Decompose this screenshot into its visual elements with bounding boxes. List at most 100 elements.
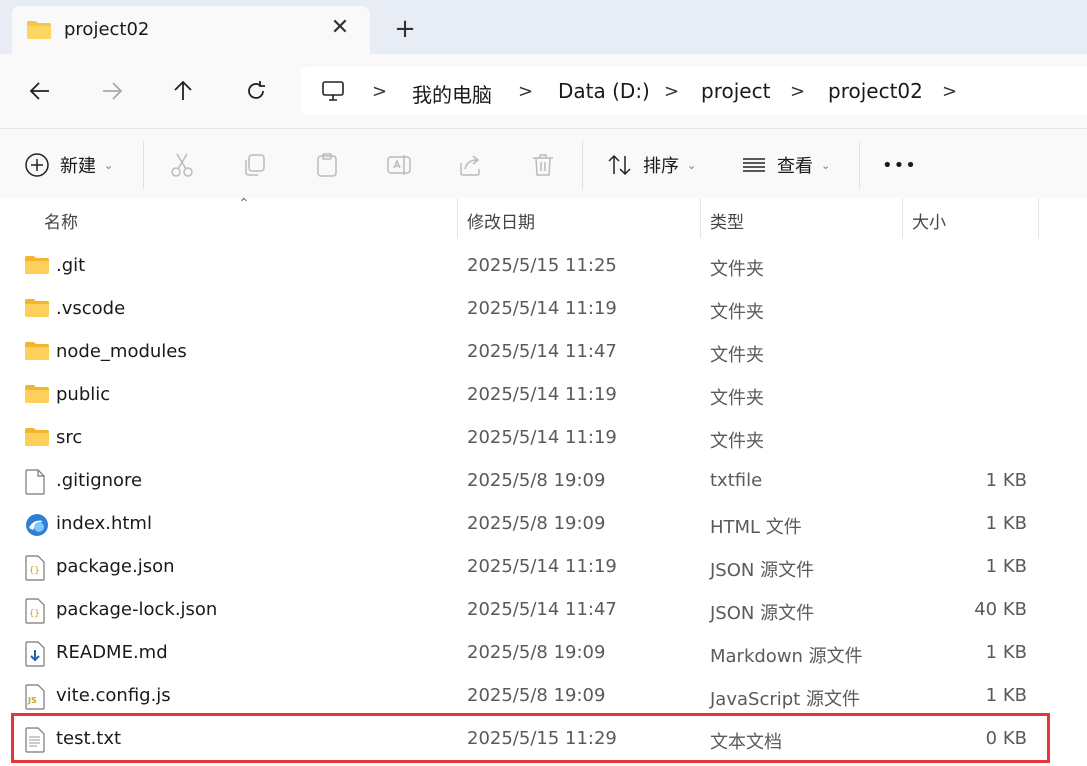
file-row[interactable]: {} package-lock.json 2025/5/14 11:47 JSON 源… xyxy=(0,589,1087,632)
blank-file-icon xyxy=(24,469,52,495)
json-file-icon: {} xyxy=(24,598,52,624)
file-modified: 2025/5/8 19:09 xyxy=(467,685,606,706)
column-name[interactable]: 名称 xyxy=(44,208,78,233)
sort-button[interactable]: 排序 ⌄ xyxy=(607,150,696,180)
file-row[interactable]: src 2025/5/14 11:19 文件夹 xyxy=(0,417,1087,460)
file-type: txtfile xyxy=(710,470,763,491)
close-icon[interactable]: ✕ xyxy=(328,16,352,40)
breadcrumb-separator[interactable]: > xyxy=(372,81,387,102)
column-divider[interactable] xyxy=(700,198,701,238)
svg-text:JS: JS xyxy=(27,696,37,705)
column-type[interactable]: 类型 xyxy=(710,208,744,233)
file-row[interactable]: test.txt 2025/5/15 11:29 文本文档 0 KB xyxy=(0,718,1087,761)
file-row[interactable]: README.md 2025/5/8 19:09 Markdown 源文件 1 KB xyxy=(0,632,1087,675)
file-size: 1 KB xyxy=(985,470,1027,491)
breadcrumb-my-computer[interactable]: 我的电脑 xyxy=(412,79,492,108)
file-row[interactable]: node_modules 2025/5/14 11:47 文件夹 xyxy=(0,331,1087,374)
file-type: 文件夹 xyxy=(710,302,764,323)
share-icon[interactable] xyxy=(457,151,485,179)
file-type: 文件夹 xyxy=(710,259,764,280)
file-name: .gitignore xyxy=(56,470,143,491)
svg-text:{}: {} xyxy=(29,609,40,619)
paste-icon[interactable] xyxy=(313,151,341,179)
address-bar[interactable]: > 我的电脑 > Data (D:) > project > project02… xyxy=(301,67,1087,115)
column-divider[interactable] xyxy=(902,198,903,238)
view-list-icon xyxy=(743,158,765,172)
file-name: README.md xyxy=(56,642,168,663)
file-type: 文本文档 xyxy=(710,732,782,753)
file-row[interactable]: index.html 2025/5/8 19:09 HTML 文件 1 KB xyxy=(0,503,1087,546)
delete-icon[interactable] xyxy=(529,151,557,179)
refresh-icon xyxy=(248,81,265,99)
file-modified: 2025/5/14 11:19 xyxy=(467,556,617,577)
folder-icon xyxy=(24,383,52,409)
folder-icon xyxy=(24,426,52,452)
file-row[interactable]: .vscode 2025/5/14 11:19 文件夹 xyxy=(0,288,1087,331)
column-modified[interactable]: 修改日期 xyxy=(467,208,535,233)
file-modified: 2025/5/14 11:19 xyxy=(467,384,617,405)
column-divider[interactable] xyxy=(457,198,458,238)
file-row[interactable]: .gitignore 2025/5/8 19:09 txtfile 1 KB xyxy=(0,460,1087,503)
column-size[interactable]: 大小 xyxy=(912,208,946,233)
file-modified: 2025/5/14 11:19 xyxy=(467,427,617,448)
breadcrumb-separator[interactable]: > xyxy=(790,81,805,102)
folder-icon xyxy=(26,20,52,44)
file-size: 40 KB xyxy=(974,599,1027,620)
file-type: JavaScript 源文件 xyxy=(710,689,860,710)
more-options-button[interactable]: ••• xyxy=(882,150,917,180)
file-modified: 2025/5/15 11:25 xyxy=(467,255,617,276)
file-type: 文件夹 xyxy=(710,431,764,452)
chevron-down-icon: ⌄ xyxy=(687,158,697,172)
file-type: JSON 源文件 xyxy=(710,560,815,581)
cut-icon[interactable] xyxy=(168,151,196,179)
file-modified: 2025/5/8 19:09 xyxy=(467,642,606,663)
file-name: public xyxy=(56,384,111,405)
breadcrumb-separator[interactable]: > xyxy=(664,81,679,102)
divider xyxy=(143,141,144,189)
text-file-icon xyxy=(24,727,52,753)
new-button[interactable]: 新建 ⌄ xyxy=(24,150,113,180)
breadcrumb-separator[interactable]: > xyxy=(518,81,533,102)
file-modified: 2025/5/8 19:09 xyxy=(467,470,606,491)
divider xyxy=(582,141,583,189)
folder-icon xyxy=(24,254,52,280)
new-tab-button[interactable]: + xyxy=(392,16,418,42)
plus-circle-icon xyxy=(25,153,49,177)
file-name: package.json xyxy=(56,556,175,577)
breadcrumb-data-drive[interactable]: Data (D:) xyxy=(558,79,650,103)
browser-file-icon xyxy=(24,512,52,538)
file-row[interactable]: public 2025/5/14 11:19 文件夹 xyxy=(0,374,1087,417)
breadcrumb-separator[interactable]: > xyxy=(942,81,957,102)
file-type: Markdown 源文件 xyxy=(710,646,863,667)
tab-project02[interactable]: project02 ✕ xyxy=(12,6,370,54)
file-size: 1 KB xyxy=(985,513,1027,534)
breadcrumb-project02[interactable]: project02 xyxy=(828,79,923,103)
rename-icon[interactable] xyxy=(385,151,413,179)
column-divider[interactable] xyxy=(1038,198,1039,238)
file-name: index.html xyxy=(56,513,152,534)
arrow-up-icon xyxy=(174,80,192,100)
js-file-icon: JS xyxy=(24,684,52,710)
navigation-bar: > 我的电脑 > Data (D:) > project > project02… xyxy=(0,54,1087,128)
file-modified: 2025/5/14 11:19 xyxy=(467,298,617,319)
computer-icon[interactable] xyxy=(321,79,345,107)
refresh-button[interactable] xyxy=(239,74,273,108)
breadcrumb-project[interactable]: project xyxy=(701,79,770,103)
sort-icon xyxy=(608,154,631,176)
file-name: node_modules xyxy=(56,341,187,362)
copy-icon[interactable] xyxy=(241,151,269,179)
markdown-file-icon xyxy=(24,641,52,667)
file-row[interactable]: JS vite.config.js 2025/5/8 19:09 JavaScript… xyxy=(0,675,1087,718)
file-modified: 2025/5/8 19:09 xyxy=(467,513,606,534)
up-button[interactable] xyxy=(166,74,200,108)
file-row[interactable]: {} package.json 2025/5/14 11:19 JSON 源文件 1 K… xyxy=(0,546,1087,589)
arrow-left-icon xyxy=(29,82,49,100)
forward-button[interactable] xyxy=(95,74,129,108)
file-modified: 2025/5/15 11:29 xyxy=(467,728,617,749)
back-button[interactable] xyxy=(23,74,57,108)
view-button[interactable]: 查看 ⌄ xyxy=(741,150,830,180)
file-modified: 2025/5/14 11:47 xyxy=(467,341,617,362)
new-label: 新建 xyxy=(60,156,96,177)
file-row[interactable]: .git 2025/5/15 11:25 文件夹 xyxy=(0,245,1087,288)
file-type: JSON 源文件 xyxy=(710,603,815,624)
